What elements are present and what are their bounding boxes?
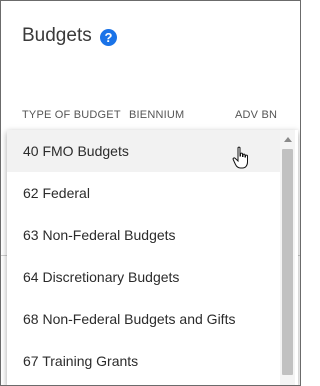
column-header-adv-bn[interactable]: ADV BN bbox=[235, 109, 277, 121]
help-icon[interactable]: ? bbox=[100, 29, 117, 46]
dropdown-option[interactable]: 67 Training Grants bbox=[7, 340, 280, 382]
dropdown-option[interactable]: 63 Non-Federal Budgets bbox=[7, 214, 280, 256]
column-header-type-of-budget[interactable]: TYPE OF BUDGET bbox=[22, 109, 121, 121]
hand-pointer-icon bbox=[232, 146, 248, 169]
chevron-up-icon[interactable] bbox=[284, 137, 292, 142]
page-title: Budgets bbox=[22, 25, 92, 46]
scrollbar-thumb[interactable] bbox=[282, 149, 293, 375]
dropdown-option[interactable]: 62 Federal bbox=[7, 172, 280, 214]
dropdown-option[interactable]: 64 Discretionary Budgets bbox=[7, 256, 280, 298]
budget-type-dropdown[interactable]: 40 FMO Budgets 62 Federal 63 Non-Federal… bbox=[7, 130, 298, 385]
dropdown-option[interactable]: 68 Non-Federal Budgets and Gifts bbox=[7, 298, 280, 340]
scrollbar[interactable] bbox=[280, 130, 295, 385]
column-header-biennium[interactable]: BIENNIUM bbox=[129, 109, 184, 121]
budgets-panel: Budgets ? TYPE OF BUDGET BIENNIUM ADV BN… bbox=[0, 0, 301, 386]
